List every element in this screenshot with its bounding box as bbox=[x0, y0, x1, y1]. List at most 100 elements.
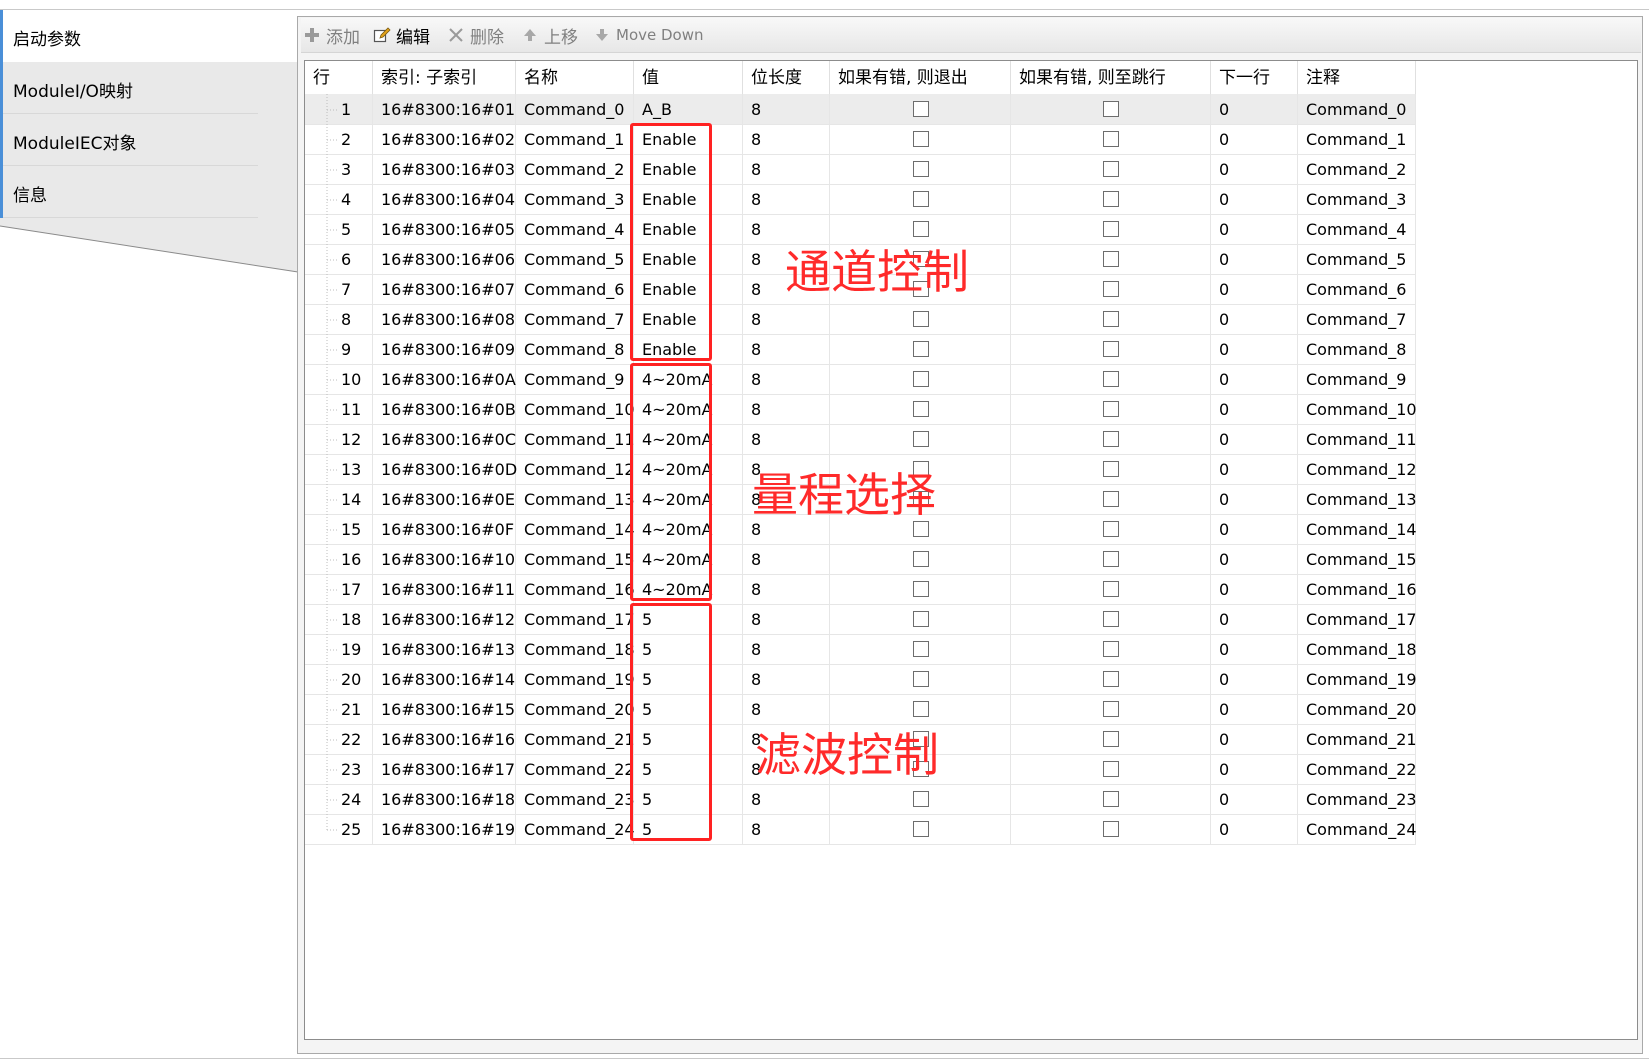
table-row[interactable]: 6 16#8300:16#06 Command_5 Enable 8 0 Command_5 bbox=[305, 244, 1490, 275]
table-row[interactable]: 14 16#8300:16#0E Command_13 4~20mA 8 0 Command… bbox=[305, 484, 1490, 515]
add-button[interactable]: 添加 bbox=[303, 18, 360, 52]
jump-on-error-checkbox[interactable] bbox=[1103, 401, 1119, 417]
exit-on-error-checkbox[interactable] bbox=[913, 341, 929, 357]
header-col-jump-on-error[interactable]: 如果有错, 则至跳行 bbox=[1011, 61, 1211, 95]
jump-on-error-checkbox[interactable] bbox=[1103, 161, 1119, 177]
jump-on-error-checkbox[interactable] bbox=[1103, 131, 1119, 147]
table-row[interactable]: 13 16#8300:16#0D Command_12 4~20mA 8 0 Command… bbox=[305, 454, 1490, 485]
value-cell[interactable]: Enable bbox=[634, 244, 743, 275]
jump-on-error-checkbox[interactable] bbox=[1103, 251, 1119, 267]
value-cell[interactable]: Enable bbox=[634, 184, 743, 215]
value-cell[interactable]: A_B bbox=[634, 94, 743, 125]
table-row[interactable]: 20 16#8300:16#14 Command_19 5 8 0 Command_19 bbox=[305, 664, 1490, 695]
header-col-name[interactable]: 名称 bbox=[516, 61, 634, 95]
value-cell[interactable]: 5 bbox=[634, 634, 743, 665]
jump-on-error-checkbox[interactable] bbox=[1103, 281, 1119, 297]
value-cell[interactable]: Enable bbox=[634, 214, 743, 245]
table-row[interactable]: 3 16#8300:16#03 Command_2 Enable 8 0 Command_2 bbox=[305, 154, 1490, 185]
table-row[interactable]: 24 16#8300:16#18 Command_23 5 8 0 Command_23 bbox=[305, 784, 1490, 815]
jump-on-error-checkbox[interactable] bbox=[1103, 641, 1119, 657]
header-col-index[interactable]: 索引: 子索引 bbox=[373, 61, 516, 95]
value-cell[interactable]: 5 bbox=[634, 814, 743, 845]
table-row[interactable]: 23 16#8300:16#17 Command_22 5 8 0 Command_22 bbox=[305, 754, 1490, 785]
jump-on-error-checkbox[interactable] bbox=[1103, 611, 1119, 627]
jump-on-error-checkbox[interactable] bbox=[1103, 491, 1119, 507]
table-row[interactable]: 2 16#8300:16#02 Command_1 Enable 8 0 Command_1 bbox=[305, 124, 1490, 155]
edit-button[interactable]: 编辑 bbox=[373, 18, 430, 52]
exit-on-error-checkbox[interactable] bbox=[913, 251, 929, 267]
exit-on-error-checkbox[interactable] bbox=[913, 701, 929, 717]
table-row[interactable]: 22 16#8300:16#16 Command_21 5 8 0 Command_21 bbox=[305, 724, 1490, 755]
jump-on-error-checkbox[interactable] bbox=[1103, 221, 1119, 237]
value-cell[interactable]: 4~20mA bbox=[634, 424, 743, 455]
exit-on-error-checkbox[interactable] bbox=[913, 671, 929, 687]
exit-on-error-checkbox[interactable] bbox=[913, 191, 929, 207]
value-cell[interactable]: 4~20mA bbox=[634, 394, 743, 425]
value-cell[interactable]: 5 bbox=[634, 754, 743, 785]
exit-on-error-checkbox[interactable] bbox=[913, 431, 929, 447]
jump-on-error-checkbox[interactable] bbox=[1103, 581, 1119, 597]
table-row[interactable]: 5 16#8300:16#05 Command_4 Enable 8 0 Command_4 bbox=[305, 214, 1490, 245]
jump-on-error-checkbox[interactable] bbox=[1103, 311, 1119, 327]
value-cell[interactable]: 4~20mA bbox=[634, 514, 743, 545]
exit-on-error-checkbox[interactable] bbox=[913, 371, 929, 387]
header-col-line[interactable]: 行 bbox=[305, 61, 373, 95]
table-row[interactable]: 16 16#8300:16#10 Command_15 4~20mA 8 0 Command… bbox=[305, 544, 1490, 575]
exit-on-error-checkbox[interactable] bbox=[913, 131, 929, 147]
header-col-comment[interactable]: 注释 bbox=[1298, 61, 1416, 95]
exit-on-error-checkbox[interactable] bbox=[913, 461, 929, 477]
tab-module-io-mapping[interactable]: ModuleI/O映射 bbox=[0, 62, 300, 114]
tab-module-iec-objects[interactable]: ModuleIEC对象 bbox=[0, 114, 300, 166]
table-row[interactable]: 11 16#8300:16#0B Command_10 4~20mA 8 0 Command… bbox=[305, 394, 1490, 425]
table-row[interactable]: 9 16#8300:16#09 Command_8 Enable 8 0 Command_8 bbox=[305, 334, 1490, 365]
jump-on-error-checkbox[interactable] bbox=[1103, 671, 1119, 687]
move-up-button[interactable]: 上移 bbox=[521, 18, 578, 52]
value-cell[interactable]: Enable bbox=[634, 334, 743, 365]
jump-on-error-checkbox[interactable] bbox=[1103, 791, 1119, 807]
jump-on-error-checkbox[interactable] bbox=[1103, 461, 1119, 477]
value-cell[interactable]: 5 bbox=[634, 694, 743, 725]
jump-on-error-checkbox[interactable] bbox=[1103, 521, 1119, 537]
exit-on-error-checkbox[interactable] bbox=[913, 821, 929, 837]
jump-on-error-checkbox[interactable] bbox=[1103, 821, 1119, 837]
value-cell[interactable]: 5 bbox=[634, 784, 743, 815]
header-col-bitlen[interactable]: 位长度 bbox=[743, 61, 830, 95]
table-row[interactable]: 1 16#8300:16#01 Command_0 A_B 8 0 Command_0 bbox=[305, 94, 1490, 125]
exit-on-error-checkbox[interactable] bbox=[913, 401, 929, 417]
tab-information[interactable]: 信息 bbox=[0, 166, 300, 218]
exit-on-error-checkbox[interactable] bbox=[913, 641, 929, 657]
exit-on-error-checkbox[interactable] bbox=[913, 221, 929, 237]
table-row[interactable]: 17 16#8300:16#11 Command_16 4~20mA 8 0 Command… bbox=[305, 574, 1490, 605]
jump-on-error-checkbox[interactable] bbox=[1103, 341, 1119, 357]
jump-on-error-checkbox[interactable] bbox=[1103, 371, 1119, 387]
move-down-button[interactable]: Move Down bbox=[593, 18, 704, 52]
jump-on-error-checkbox[interactable] bbox=[1103, 731, 1119, 747]
exit-on-error-checkbox[interactable] bbox=[913, 731, 929, 747]
table-row[interactable]: 19 16#8300:16#13 Command_18 5 8 0 Command_18 bbox=[305, 634, 1490, 665]
header-col-value[interactable]: 值 bbox=[634, 61, 743, 95]
exit-on-error-checkbox[interactable] bbox=[913, 101, 929, 117]
value-cell[interactable]: 5 bbox=[634, 724, 743, 755]
value-cell[interactable]: Enable bbox=[634, 304, 743, 335]
exit-on-error-checkbox[interactable] bbox=[913, 161, 929, 177]
value-cell[interactable]: 4~20mA bbox=[634, 454, 743, 485]
value-cell[interactable]: Enable bbox=[634, 274, 743, 305]
table-row[interactable]: 8 16#8300:16#08 Command_7 Enable 8 0 Command_7 bbox=[305, 304, 1490, 335]
exit-on-error-checkbox[interactable] bbox=[913, 281, 929, 297]
value-cell[interactable]: 4~20mA bbox=[634, 574, 743, 605]
exit-on-error-checkbox[interactable] bbox=[913, 491, 929, 507]
exit-on-error-checkbox[interactable] bbox=[913, 521, 929, 537]
table-row[interactable]: 15 16#8300:16#0F Command_14 4~20mA 8 0 Command… bbox=[305, 514, 1490, 545]
table-row[interactable]: 25 16#8300:16#19 Command_24 5 8 0 Command_24 bbox=[305, 814, 1490, 845]
value-cell[interactable]: 4~20mA bbox=[634, 544, 743, 575]
jump-on-error-checkbox[interactable] bbox=[1103, 701, 1119, 717]
exit-on-error-checkbox[interactable] bbox=[913, 311, 929, 327]
value-cell[interactable]: Enable bbox=[634, 124, 743, 155]
value-cell[interactable]: 4~20mA bbox=[634, 484, 743, 515]
tab-startup-parameters[interactable]: 启动参数 bbox=[0, 10, 300, 62]
jump-on-error-checkbox[interactable] bbox=[1103, 761, 1119, 777]
table-row[interactable]: 21 16#8300:16#15 Command_20 5 8 0 Command_20 bbox=[305, 694, 1490, 725]
table-row[interactable]: 10 16#8300:16#0A Command_9 4~20mA 8 0 Command_… bbox=[305, 364, 1490, 395]
table-row[interactable]: 7 16#8300:16#07 Command_6 Enable 8 0 Command_6 bbox=[305, 274, 1490, 305]
table-row[interactable]: 18 16#8300:16#12 Command_17 5 8 0 Command_17 bbox=[305, 604, 1490, 635]
